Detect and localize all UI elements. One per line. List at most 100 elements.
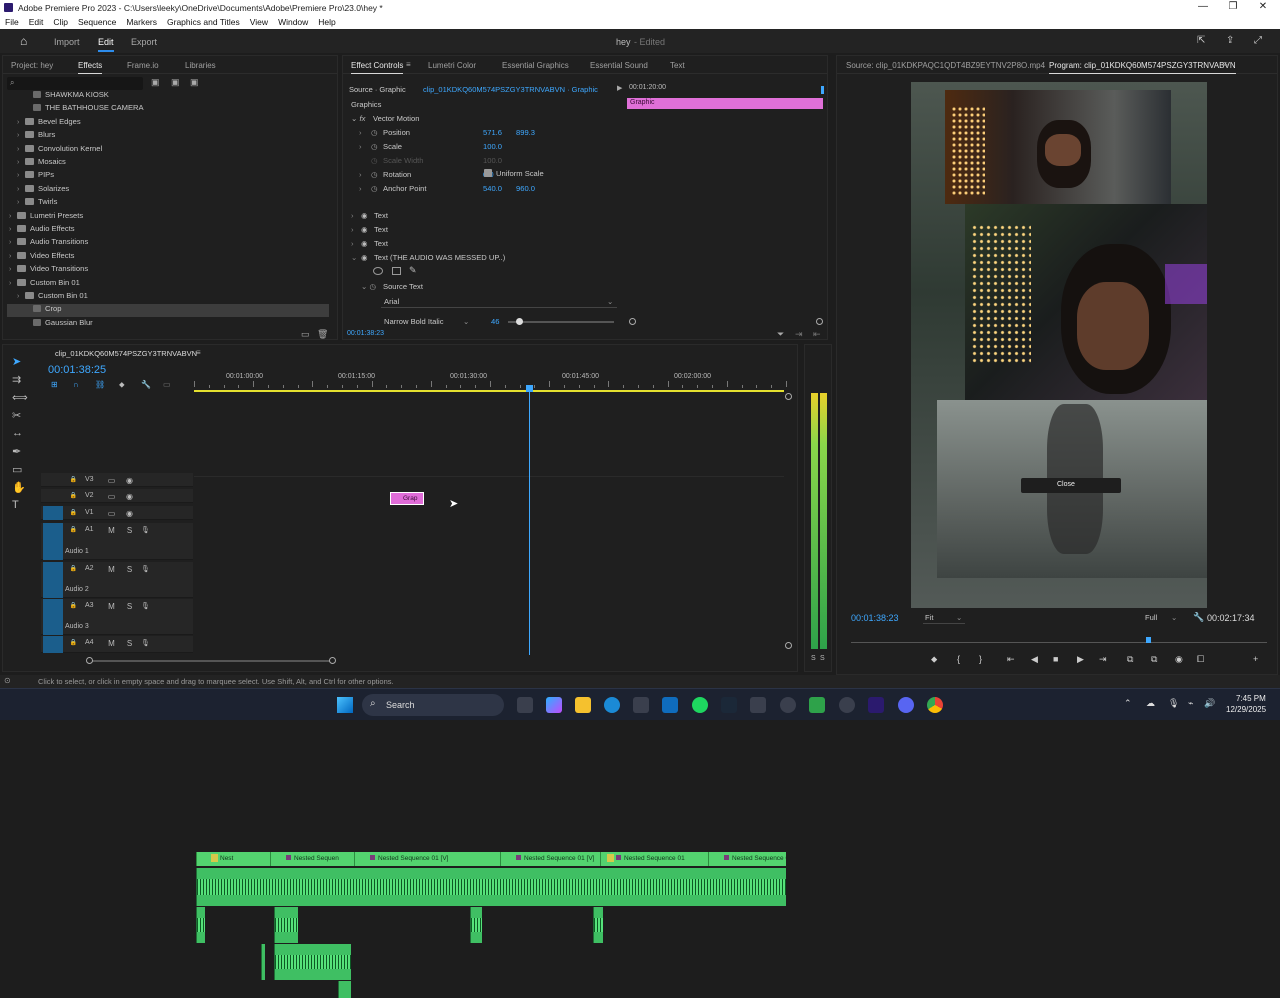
step-forward-icon[interactable]: ▶	[1077, 654, 1084, 665]
close-window-button[interactable]: ✕	[1248, 1, 1278, 12]
go-to-out-icon[interactable]: ⇥	[1099, 654, 1107, 665]
property-value[interactable]: 571.6	[483, 128, 502, 137]
ec-timecode[interactable]: 00:01:38:23	[347, 330, 384, 337]
solo-button[interactable]: S	[125, 526, 134, 535]
tab-effect-controls[interactable]: Effect Controls	[351, 56, 404, 74]
tab-program-monitor[interactable]: Program: clip_01KDKQ60M574PSZGY3TRNVABVN	[1049, 56, 1236, 74]
vector-motion-toggle[interactable]: ⌄ fx	[351, 114, 365, 123]
track-target-button[interactable]	[43, 636, 63, 653]
audio3-clip-1[interactable]	[261, 944, 265, 980]
snap-icon[interactable]: ∩	[73, 380, 79, 389]
stop-icon[interactable]: ■	[1053, 654, 1058, 664]
menu-clip[interactable]: Clip	[48, 15, 73, 27]
marker-icon[interactable]: ⬥	[119, 380, 125, 390]
menu-view[interactable]: View	[245, 15, 273, 27]
go-to-in-icon[interactable]: ⇤	[1007, 654, 1015, 665]
pen-mask-icon[interactable]: ✎	[409, 265, 417, 276]
work-area-bar[interactable]	[194, 390, 784, 392]
clip-selector[interactable]: clip_01KDKQ60M574PSZGY3TRNVABVN · Graphi…	[423, 85, 598, 94]
graphic-clip[interactable]: Grap	[390, 492, 424, 505]
track-header[interactable]: 🔒 V2 ▭ ◉	[41, 489, 193, 503]
vertical-scroll-handle[interactable]	[785, 393, 792, 400]
nest-icon[interactable]: ⊞	[51, 380, 58, 389]
chatgpt-icon[interactable]	[839, 697, 855, 713]
mute-button[interactable]: M	[107, 565, 116, 574]
scroll-handle-right[interactable]	[329, 657, 336, 664]
workspace-tab-edit[interactable]: Edit	[98, 37, 114, 47]
step-back-icon[interactable]: ◀	[1031, 654, 1038, 665]
trash-icon[interactable]: 🗑	[317, 329, 328, 340]
app-icon[interactable]	[750, 697, 766, 713]
volume-icon[interactable]: 🔊	[1204, 698, 1215, 709]
play-audio-icon[interactable]: ▶	[617, 84, 622, 92]
edge-icon[interactable]	[604, 697, 620, 713]
clock-time[interactable]: 7:45 PM	[1236, 694, 1266, 703]
track-header[interactable]: 🔒 A4 M S 🎙	[41, 636, 193, 653]
discord-icon[interactable]	[898, 697, 914, 713]
time-ruler[interactable]: 00:01:00:00 00:01:15:00 00:01:30:00 00:01:4…	[194, 371, 788, 391]
menu-markers[interactable]: Markers	[121, 15, 162, 27]
font-size-slider[interactable]	[508, 318, 614, 325]
effects-tree-item[interactable]: › Video Effects	[9, 251, 74, 264]
chevron-right-icon[interactable]: ›	[9, 253, 17, 260]
panel-menu-icon[interactable]: ≡	[196, 348, 201, 357]
effects-tree-item[interactable]: › Solarizes	[17, 184, 69, 197]
cloud-icon[interactable]: ☁	[1146, 698, 1155, 709]
stopwatch-icon[interactable]: ◷	[371, 142, 378, 151]
font-dropdown[interactable]: Arial ⌄	[381, 296, 617, 308]
track-select-tool-icon[interactable]: ⇉	[12, 373, 21, 386]
solo-left-button[interactable]: S	[811, 655, 816, 662]
sync-lock-icon[interactable]: ▭	[107, 492, 116, 501]
eye-icon[interactable]: ◉	[125, 476, 134, 485]
effects-tree-item[interactable]: THE BATHHOUSE CAMERA	[25, 103, 144, 116]
audio2-clip-1[interactable]	[196, 907, 205, 943]
mic-icon[interactable]: 🎙	[1168, 698, 1179, 709]
share-icon[interactable]: ⇪	[1226, 35, 1234, 46]
track-label[interactable]: V1	[85, 509, 94, 516]
eye-icon[interactable]: ◉	[361, 253, 368, 262]
ec-zoom-handle-right[interactable]	[816, 318, 823, 325]
graphic-clip-bar[interactable]: Graphic	[627, 98, 823, 109]
fullscreen-icon[interactable]: ⤢	[1254, 35, 1262, 46]
expand-toggle[interactable]: ⌄	[351, 253, 357, 262]
chevron-right-icon[interactable]: ›	[17, 199, 25, 206]
rectangle-mask-icon[interactable]	[392, 267, 401, 275]
slip-tool-icon[interactable]: ↔	[12, 427, 23, 439]
effects-tree-item[interactable]: Crop	[7, 304, 329, 318]
accelerated-effects-icon[interactable]: ▣	[151, 77, 160, 88]
menu-help[interactable]: Help	[313, 15, 340, 27]
v1-clip[interactable]: Nested Sequence 01	[600, 852, 708, 866]
effects-tree-item[interactable]: SHAWKMA KIOSK	[25, 90, 109, 103]
mic-icon[interactable]: 🎙	[141, 565, 150, 574]
menu-graphics-and-titles[interactable]: Graphics and Titles	[162, 15, 245, 27]
menu-edit[interactable]: Edit	[24, 15, 49, 27]
export-frame-icon[interactable]: ⇥	[795, 329, 803, 340]
vertical-scroll-handle-bottom[interactable]	[785, 642, 792, 649]
track-target-button[interactable]	[43, 506, 63, 520]
selection-tool-icon[interactable]: ➤	[12, 355, 21, 368]
clock-date[interactable]: 12/29/2025	[1226, 705, 1266, 714]
tab-libraries[interactable]: Libraries	[185, 56, 216, 74]
solo-button[interactable]: S	[125, 639, 134, 648]
lock-icon[interactable]: 🔒	[69, 565, 78, 574]
effects-tree-item[interactable]: › Audio Transitions	[9, 237, 88, 250]
captions-icon[interactable]: ▭	[163, 380, 171, 389]
panel-menu-icon[interactable]: ≡	[406, 60, 411, 69]
chevron-right-icon[interactable]: ›	[9, 239, 17, 246]
windows-start-icon[interactable]	[337, 697, 353, 713]
resolution-dropdown[interactable]: Full ⌄	[1143, 611, 1181, 624]
chevron-right-icon[interactable]: ›	[17, 132, 25, 139]
expand-toggle[interactable]: ›	[359, 170, 362, 179]
track-label[interactable]: A2	[85, 565, 94, 572]
property-value[interactable]: 540.0	[483, 184, 502, 193]
zoom-dropdown[interactable]: Fit ⌄	[923, 611, 965, 624]
tab-project[interactable]: Project: hey	[11, 56, 53, 74]
outlook-icon[interactable]	[662, 697, 678, 713]
v1-clip[interactable]: Nested Sequen	[270, 852, 354, 866]
effects-tree-item[interactable]: › Video Transitions	[9, 264, 88, 277]
rectangle-tool-icon[interactable]: ▭	[12, 463, 22, 476]
menu-file[interactable]: File	[0, 15, 24, 27]
home-icon[interactable]: ⌂	[20, 34, 27, 48]
ellipse-mask-icon[interactable]	[373, 267, 383, 275]
solo-right-button[interactable]: S	[820, 655, 825, 662]
